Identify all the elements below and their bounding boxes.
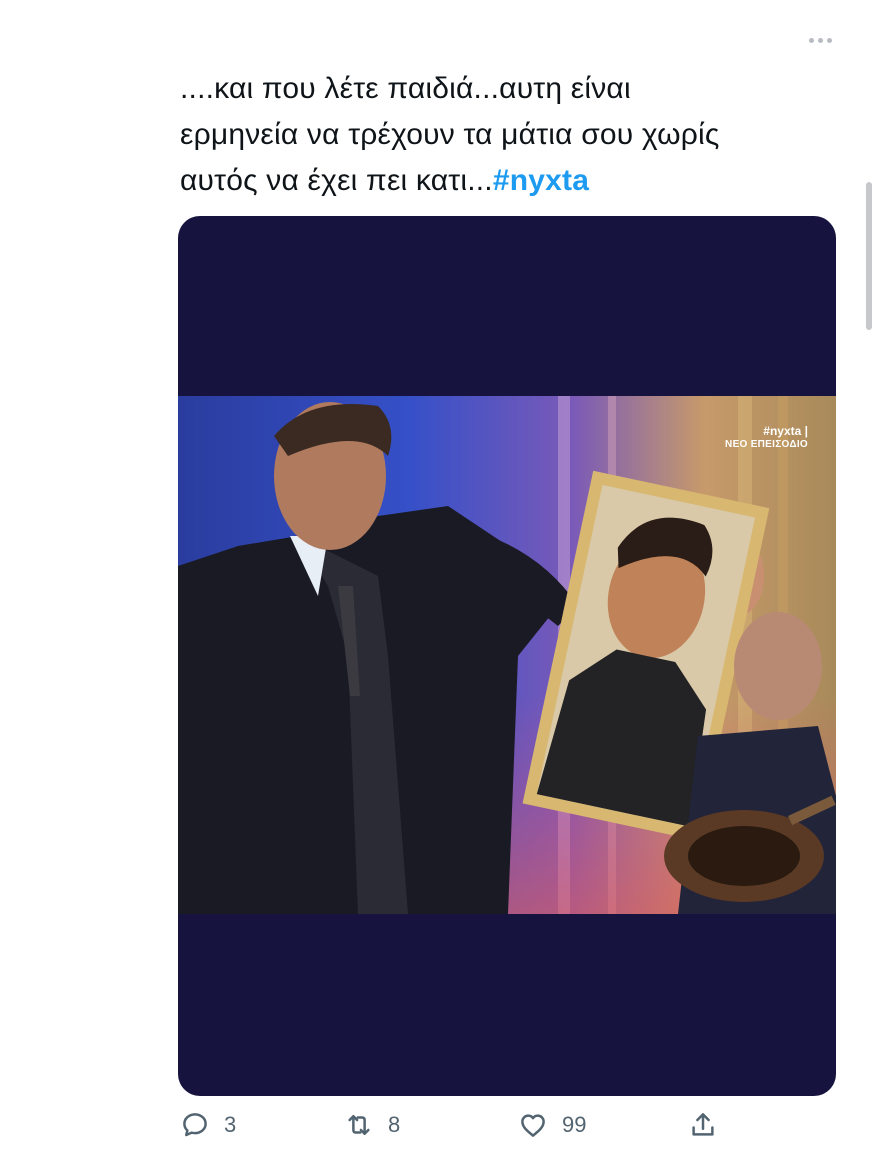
more-dot [826, 37, 832, 43]
scrollbar[interactable] [866, 182, 872, 330]
watermark-subtitle: ΝΕΟ ΕΠΕΙΣΟΔΙΟ [725, 439, 808, 450]
tweet-actions: 3 8 99 [0, 1110, 880, 1160]
media-watermark: #nyxta | ΝΕΟ ΕΠΕΙΣΟΔΙΟ [725, 424, 808, 452]
retweet-button[interactable]: 8 [344, 1110, 400, 1140]
heart-icon [521, 1114, 545, 1137]
tweet-text-line-2: ερμηνεία να τρέχουν τα μάτια σου χωρίς [180, 118, 720, 151]
reply-icon [183, 1113, 207, 1137]
tweet-text: ....και που λέτε παιδιά...αυτη είναι ερμ… [180, 66, 850, 204]
tweet-media[interactable]: #nyxta | ΝΕΟ ΕΠΕΙΣΟΔΙΟ [178, 216, 836, 1096]
retweet-count: 8 [388, 1112, 401, 1137]
more-dot [817, 37, 823, 43]
more-options-button[interactable] [800, 26, 840, 54]
share-button[interactable] [688, 1110, 718, 1140]
share-icon [692, 1113, 714, 1136]
like-button[interactable]: 99 [518, 1110, 586, 1140]
watermark-tag: #nyxta | [763, 424, 808, 438]
tweet-text-line-3-text: αυτός να έχει πει κατι... [180, 164, 493, 197]
reply-button[interactable]: 3 [180, 1110, 236, 1140]
tweet-text-line-3: αυτός να έχει πει κατι...#nyxta [180, 158, 850, 204]
more-horizontal-icon [808, 37, 814, 43]
reply-count: 3 [224, 1112, 237, 1137]
retweet-icon [348, 1115, 370, 1135]
hashtag-link[interactable]: #nyxta [493, 164, 589, 197]
photo-illustration [178, 396, 836, 914]
tweet-text-line-1: ....και που λέτε παιδιά...αυτη είναι [180, 72, 631, 105]
media-photo: #nyxta | ΝΕΟ ΕΠΕΙΣΟΔΙΟ [178, 396, 836, 914]
like-count: 99 [562, 1112, 587, 1137]
